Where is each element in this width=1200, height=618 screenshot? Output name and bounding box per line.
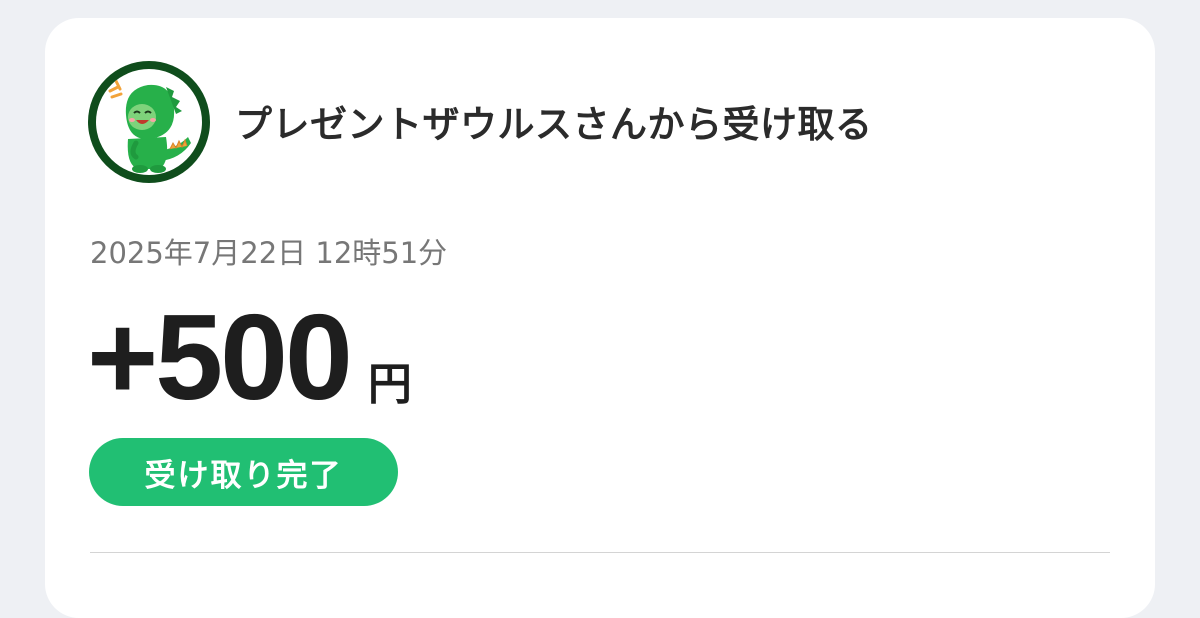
transaction-title: プレゼントザウルスさんから受け取る [235,103,873,146]
status-badge: 受け取り完了 [89,438,398,506]
transaction-datetime: 2025年7月22日 12時51分 [90,236,448,270]
sender-avatar [88,61,210,183]
dinosaur-mascot-icon [96,69,202,175]
amount-value: +500 [87,289,353,425]
currency-unit: 円 [367,359,412,410]
amount-row: +500 円 [87,290,412,424]
transaction-card: プレゼントザウルスさんから受け取る 2025年7月22日 12時51分 +500… [45,18,1155,618]
divider [90,552,1110,553]
status-label: 受け取り完了 [144,457,343,494]
